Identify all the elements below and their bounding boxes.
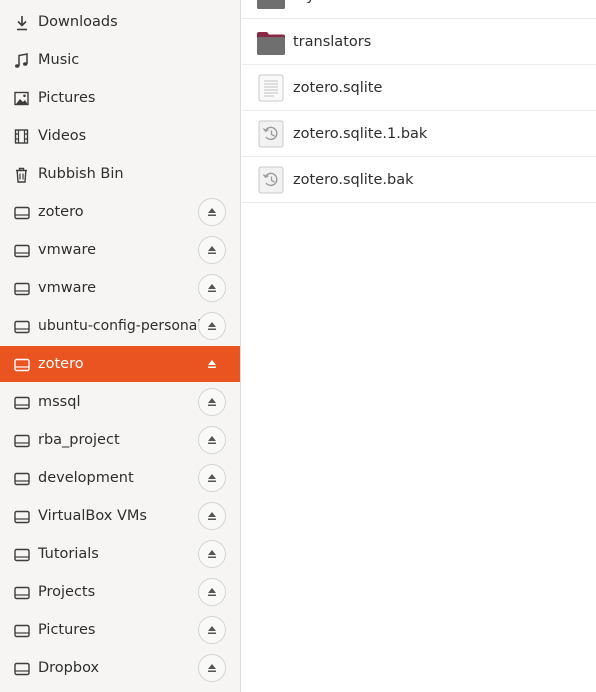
drive-icon (13, 508, 30, 525)
sidebar-item-drive[interactable]: Dropbox (0, 650, 240, 686)
file-name: zotero.sqlite (293, 80, 383, 96)
file-row-folder[interactable]: translators (242, 19, 596, 65)
sidebar-item-drive[interactable]: rba_project (0, 422, 240, 458)
file-name: translators (293, 34, 372, 50)
folder-icon (256, 27, 286, 57)
sidebar-item-drive[interactable]: zotero (0, 194, 240, 230)
sidebar-item-downloads[interactable]: Downloads (0, 4, 240, 40)
file-list: styles translators zotero.sqlite zotero.… (242, 0, 596, 692)
download-icon (13, 14, 30, 31)
eject-icon[interactable] (198, 350, 226, 378)
sidebar-item-label: development (38, 470, 134, 486)
sidebar-item-label: Dropbox (38, 660, 100, 676)
film-icon (13, 128, 30, 145)
drive-icon (13, 394, 30, 411)
sidebar-item-label: vmware (38, 242, 97, 258)
sidebar-item-label: Videos (38, 128, 87, 144)
backup-file-icon (256, 165, 286, 195)
eject-icon[interactable] (198, 388, 226, 416)
sidebar-item-rubbish-bin[interactable]: Rubbish Bin (0, 156, 240, 192)
drive-icon (13, 318, 30, 335)
drive-icon (13, 280, 30, 297)
sidebar-item-videos[interactable]: Videos (0, 118, 240, 154)
sidebar-item-drive[interactable]: mssql (0, 384, 240, 420)
image-icon (13, 90, 30, 107)
sidebar-item-label: Tutorials (38, 546, 99, 562)
sidebar-item-pictures[interactable]: Pictures (0, 80, 240, 116)
file-row-file[interactable]: zotero.sqlite.1.bak (242, 111, 596, 157)
sidebar-item-drive-selected[interactable]: zotero (0, 346, 240, 382)
sidebar-item-label: zotero (38, 356, 84, 372)
sidebar-item-label: mssql (38, 394, 81, 410)
drive-icon (13, 356, 30, 373)
sidebar-item-label: rba_project (38, 432, 120, 448)
sidebar-item-label: Downloads (38, 14, 118, 30)
eject-icon[interactable] (198, 274, 226, 302)
trash-icon (13, 166, 30, 183)
file-row-file[interactable]: zotero.sqlite.bak (242, 157, 596, 203)
sidebar-item-drive[interactable]: ubuntu-config-personal (0, 308, 240, 344)
eject-icon[interactable] (198, 312, 226, 340)
sidebar-item-drive[interactable]: Projects (0, 574, 240, 610)
sidebar-item-drive[interactable]: VirtualBox VMs (0, 498, 240, 534)
sidebar-item-label: ubuntu-config-personal (38, 318, 202, 334)
eject-icon[interactable] (198, 654, 226, 682)
sidebar-item-label: Projects (38, 584, 96, 600)
folder-icon (256, 0, 286, 11)
drive-icon (13, 660, 30, 677)
drive-icon (13, 242, 30, 259)
file-name: zotero.sqlite.1.bak (293, 126, 428, 142)
sidebar-item-label: Pictures (38, 90, 96, 106)
sidebar-item-label: Pictures (38, 622, 96, 638)
drive-icon (13, 622, 30, 639)
drive-icon (13, 584, 30, 601)
sidebar-item-drive[interactable]: development (0, 460, 240, 496)
sidebar-item-drive[interactable]: Tutorials (0, 536, 240, 572)
file-name: zotero.sqlite.bak (293, 172, 414, 188)
eject-icon[interactable] (198, 578, 226, 606)
eject-icon[interactable] (198, 198, 226, 226)
file-name: styles (293, 0, 335, 5)
file-row-file[interactable]: zotero.sqlite (242, 65, 596, 111)
drive-icon (13, 546, 30, 563)
sidebar: Downloads Music Pictures Videos Rubbish … (0, 0, 241, 692)
sidebar-item-label: zotero (38, 204, 84, 220)
text-document-icon (256, 73, 286, 103)
file-row-folder[interactable]: styles (242, 0, 596, 19)
backup-file-icon (256, 119, 286, 149)
drive-icon (13, 432, 30, 449)
sidebar-item-label: VirtualBox VMs (38, 508, 147, 524)
sidebar-item-label: Music (38, 52, 80, 68)
sidebar-item-drive[interactable]: vmware (0, 232, 240, 268)
sidebar-item-label: vmware (38, 280, 97, 296)
sidebar-item-music[interactable]: Music (0, 42, 240, 78)
eject-icon[interactable] (198, 236, 226, 264)
eject-icon[interactable] (198, 426, 226, 454)
sidebar-item-drive[interactable]: vmware (0, 270, 240, 306)
drive-icon (13, 204, 30, 221)
sidebar-item-drive[interactable]: Pictures (0, 612, 240, 648)
music-note-icon (13, 52, 30, 69)
eject-icon[interactable] (198, 540, 226, 568)
drive-icon (13, 470, 30, 487)
eject-icon[interactable] (198, 502, 226, 530)
eject-icon[interactable] (198, 616, 226, 644)
eject-icon[interactable] (198, 464, 226, 492)
sidebar-item-label: Rubbish Bin (38, 166, 124, 182)
